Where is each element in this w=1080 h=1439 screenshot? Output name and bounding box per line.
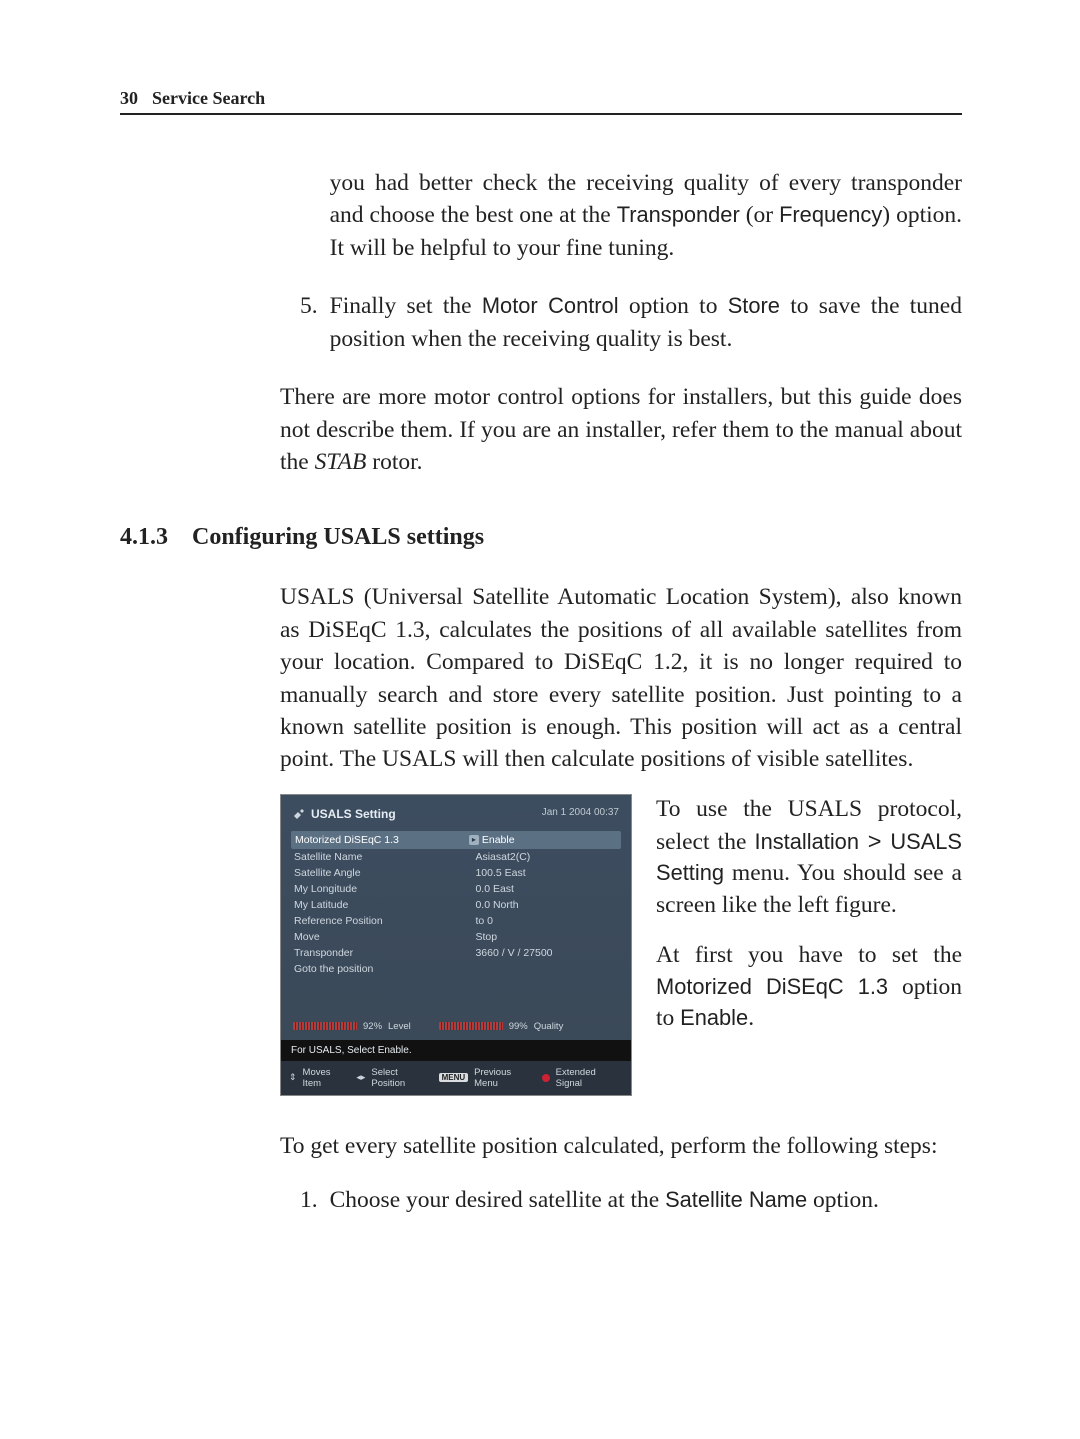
- level-meter: 92% Level: [293, 1021, 411, 1032]
- txt: rotor.: [366, 449, 422, 475]
- txt: .: [748, 1005, 754, 1031]
- step-4-continued: you had better check the receiving quali…: [330, 167, 962, 264]
- txt: (or: [740, 202, 779, 228]
- opt-enable: Enable: [680, 1005, 748, 1030]
- steps-intro: To get every satellite position calculat…: [280, 1130, 962, 1162]
- opt-motorized: Motorized DiSEqC 1.3: [656, 974, 888, 999]
- osd-hint: For USALS, Select Enable.: [281, 1040, 631, 1061]
- osd-row-value: Asiasat2(C): [475, 851, 618, 863]
- txt: option.: [807, 1187, 879, 1213]
- hint: Moves Item: [303, 1067, 351, 1089]
- hint: Extended Signal: [556, 1067, 623, 1089]
- osd-row: Goto the position: [291, 961, 621, 977]
- osd-row-label: Motorized DiSEqC 1.3: [295, 834, 469, 846]
- level-pct: 92%: [363, 1021, 382, 1032]
- step-5-text: Finally set the Motor Control option to …: [330, 290, 962, 355]
- menu-installation: Installation: [755, 829, 859, 854]
- osd-row-label: Move: [294, 931, 469, 943]
- section-number: 4.1.3: [120, 524, 168, 551]
- osd-row-value: 100.5 East: [475, 867, 618, 879]
- page-number: 30: [120, 88, 138, 109]
- osd-row-label: Transponder: [294, 947, 469, 959]
- installer-note: There are more motor control options for…: [280, 381, 962, 478]
- level-lbl: Level: [388, 1021, 411, 1032]
- menu-chip: MENU: [439, 1073, 469, 1082]
- stab-rotor: STAB: [315, 449, 367, 475]
- osd-row-label: Reference Position: [294, 915, 469, 927]
- osd-row-label: Goto the position: [294, 963, 469, 975]
- osd-row-label: My Longitude: [294, 883, 469, 895]
- txt: option to: [619, 293, 728, 319]
- osd-row-value: 3660 / V / 27500: [475, 947, 618, 959]
- enable-motorized: At first you have to set the Motorized D…: [656, 940, 962, 1035]
- gt: >: [859, 828, 890, 854]
- red-dot-icon: [542, 1074, 550, 1082]
- quality-lbl: Quality: [534, 1021, 564, 1032]
- osd-row: Transponder 3660 / V / 27500: [291, 945, 621, 961]
- osd-row-value: [475, 963, 618, 975]
- osd-row-value: Stop: [475, 931, 618, 943]
- osd-row: Move Stop: [291, 929, 621, 945]
- satellite-icon: [293, 808, 305, 820]
- osd-row-value: Enable: [482, 834, 624, 846]
- osd-title: USALS Setting: [311, 807, 396, 821]
- osd-row: Satellite Name Asiasat2(C): [291, 849, 621, 865]
- step-1-text: Choose your desired satellite at the Sat…: [330, 1184, 962, 1216]
- hint: Select Position: [371, 1067, 432, 1089]
- updown-icon: ⇕: [289, 1072, 297, 1083]
- usals-menu-path: To use the USALS protocol, select the In…: [656, 794, 962, 922]
- opt-motor-control: Motor Control: [482, 293, 619, 318]
- osd-row-label: Satellite Angle: [294, 867, 469, 879]
- osd-datetime: Jan 1 2004 00:37: [542, 807, 619, 821]
- section-title: Configuring USALS settings: [192, 524, 484, 551]
- opt-transponder: Transponder: [617, 202, 740, 227]
- txt: Choose your desired satellite at the: [330, 1187, 665, 1213]
- osd-row-label: Satellite Name: [294, 851, 469, 863]
- txt: Finally set the: [330, 293, 482, 319]
- osd-nav-hints: ⇕ Moves Item ◂▸ Select Position MENU Pre…: [281, 1061, 631, 1095]
- page-header: 30 Service Search: [120, 88, 962, 115]
- osd-row: Reference Position to 0: [291, 913, 621, 929]
- quality-pct: 99%: [509, 1021, 528, 1032]
- step-1-num: 1.: [300, 1184, 318, 1216]
- section-heading: 4.1.3 Configuring USALS settings: [120, 524, 962, 551]
- osd-row-value: 0.0 East: [475, 883, 618, 895]
- opt-store: Store: [728, 293, 780, 318]
- txt: At first you have to set the: [656, 942, 962, 968]
- osd-row: My Longitude 0.0 East: [291, 881, 621, 897]
- osd-row-label: My Latitude: [294, 899, 469, 911]
- osd-row-value: 0.0 North: [475, 899, 618, 911]
- opt-frequency: Frequency: [779, 202, 882, 227]
- osd-row: My Latitude 0.0 North: [291, 897, 621, 913]
- leftright-icon: ◂▸: [356, 1072, 365, 1083]
- osd-row-value: to 0: [475, 915, 618, 927]
- chapter-title: Service Search: [152, 88, 265, 109]
- step-5-num: 5.: [300, 290, 318, 355]
- osd-row: Satellite Angle 100.5 East: [291, 865, 621, 881]
- arrow-icon: ▸: [469, 835, 479, 845]
- osd-row: Motorized DiSEqC 1.3▸Enable: [291, 831, 621, 849]
- hint: Previous Menu: [474, 1067, 536, 1089]
- opt-satellite-name: Satellite Name: [665, 1187, 807, 1212]
- usals-screenshot: USALS Setting Jan 1 2004 00:37 Motorized…: [280, 794, 632, 1096]
- quality-meter: 99% Quality: [439, 1021, 564, 1032]
- usals-intro: USALS (Universal Satellite Automatic Loc…: [280, 581, 962, 776]
